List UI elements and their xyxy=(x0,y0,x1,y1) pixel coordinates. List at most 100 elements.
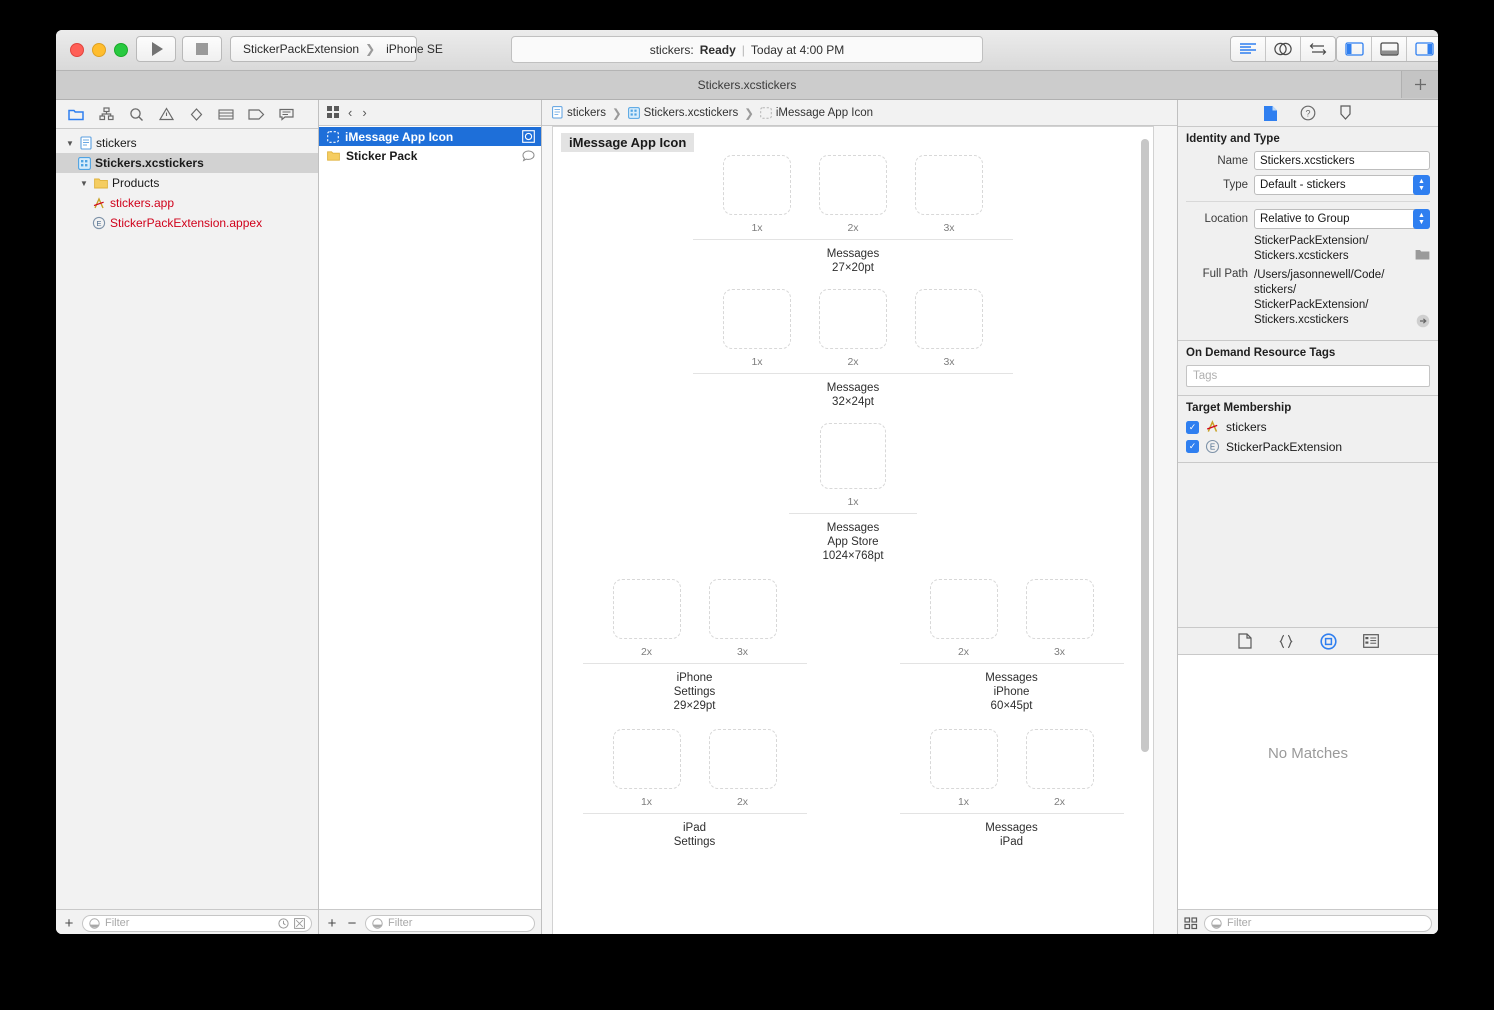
image-well[interactable] xyxy=(723,155,791,215)
checkbox-checked-icon[interactable]: ✓ xyxy=(1186,420,1199,434)
icon-slot-1x[interactable]: 1x xyxy=(709,155,805,234)
image-well[interactable] xyxy=(708,729,777,789)
report-navigator-tab[interactable] xyxy=(272,103,300,125)
project-navigator-tab[interactable] xyxy=(62,103,90,125)
icon-slot-2x[interactable]: 2x xyxy=(695,729,791,808)
issue-navigator-tab[interactable] xyxy=(152,103,180,125)
chevron-updown-icon[interactable]: ▲ ▼ xyxy=(1413,209,1430,229)
disclosure-triangle-icon[interactable]: ▼ xyxy=(78,179,90,188)
assistant-editor-button[interactable] xyxy=(1266,37,1301,61)
library-filter-field[interactable]: Filter xyxy=(1204,914,1432,932)
image-well[interactable] xyxy=(915,155,983,215)
close-window-button[interactable] xyxy=(70,43,84,57)
library-grid-icon[interactable] xyxy=(1184,916,1198,930)
icon-slot-3x[interactable]: 3x xyxy=(695,579,791,658)
icon-slot-1x[interactable]: 1x xyxy=(916,729,1012,808)
toggle-debug-area-button[interactable] xyxy=(1372,37,1407,61)
pin-icon[interactable] xyxy=(1338,105,1353,121)
image-well[interactable] xyxy=(929,729,998,789)
breadcrumb-crumb-stickers[interactable]: stickers xyxy=(552,106,606,119)
tree-row-products[interactable]: ▼ Products xyxy=(56,173,318,193)
file-template-library-icon[interactable] xyxy=(1237,633,1252,649)
checkbox-checked-icon[interactable]: ✓ xyxy=(1186,440,1199,453)
image-well[interactable] xyxy=(819,155,887,215)
project-navigator-tree[interactable]: ▼ stickers Stickers.xcstickers ▼ Product… xyxy=(56,129,318,909)
run-button[interactable] xyxy=(136,36,176,62)
icon-slot-2x[interactable]: 2x xyxy=(805,155,901,234)
standard-editor-button[interactable] xyxy=(1231,37,1266,61)
icon-slot-3x[interactable]: 3x xyxy=(901,155,997,234)
tree-row-stickers-xcstickers[interactable]: Stickers.xcstickers xyxy=(56,153,318,173)
icon-slot-2x[interactable]: 2x xyxy=(805,289,901,368)
active-tab-title[interactable]: Stickers.xcstickers xyxy=(56,78,1438,92)
icon-slot-1x[interactable]: 1x xyxy=(599,729,695,808)
icon-slot-2x[interactable]: 2x xyxy=(599,579,695,658)
image-well[interactable] xyxy=(819,289,887,349)
target-membership-row-stickerpackextension[interactable]: ✓ E StickerPackExtension xyxy=(1186,439,1430,454)
toggle-navigator-button[interactable] xyxy=(1337,37,1372,61)
tree-row-stickers-app[interactable]: stickers.app xyxy=(56,193,318,213)
image-well[interactable] xyxy=(612,729,681,789)
location-select[interactable]: Relative to Group ▲ ▼ xyxy=(1254,209,1430,229)
navigator-filter-field[interactable]: Filter xyxy=(82,914,312,932)
icon-slot-3x[interactable]: 3x xyxy=(1012,579,1108,658)
tree-row-stickers[interactable]: ▼ stickers xyxy=(56,133,318,153)
media-library-icon[interactable] xyxy=(1362,634,1379,648)
choose-folder-icon[interactable] xyxy=(1415,248,1430,261)
asset-filter-field[interactable]: Filter xyxy=(365,914,535,932)
new-tab-button[interactable] xyxy=(1401,71,1438,98)
debug-navigator-tab[interactable] xyxy=(212,103,240,125)
asset-row-sticker-pack[interactable]: Sticker Pack xyxy=(319,146,541,165)
chevron-updown-icon[interactable]: ▲ ▼ xyxy=(1413,175,1430,195)
test-navigator-tab[interactable] xyxy=(182,103,210,125)
version-editor-button[interactable] xyxy=(1301,37,1335,61)
view-toggles-segmented-control[interactable] xyxy=(1336,36,1438,62)
zoom-window-button[interactable] xyxy=(114,43,128,57)
source-control-filter-icon[interactable] xyxy=(294,917,305,929)
icon-slot-1x[interactable]: 1x xyxy=(805,423,901,508)
icon-slot-3x[interactable]: 3x xyxy=(901,289,997,368)
image-well[interactable] xyxy=(915,289,983,349)
icon-slot-1x[interactable]: 1x xyxy=(709,289,805,368)
image-well[interactable] xyxy=(1025,729,1094,789)
file-inspector-icon[interactable] xyxy=(1263,105,1278,122)
type-select[interactable]: Default - stickers ▲ ▼ xyxy=(1254,175,1430,195)
image-well[interactable] xyxy=(708,579,777,639)
reveal-in-finder-icon[interactable] xyxy=(1416,314,1430,328)
remove-asset-button[interactable]: − xyxy=(345,915,359,932)
stop-button[interactable] xyxy=(182,36,222,62)
icon-slot-2x[interactable]: 2x xyxy=(916,579,1012,658)
scheme-selector[interactable]: StickerPackExtension ❯ iPhone SE xyxy=(230,36,443,62)
asset-editor-canvas[interactable]: iMessage App Icon 1x 2x 3x Messages 27×2… xyxy=(552,126,1154,934)
disclosure-triangle-icon[interactable]: ▼ xyxy=(64,139,76,148)
recent-files-filter-icon[interactable] xyxy=(278,917,289,929)
tree-row-stickerpackextension-appex[interactable]: E StickerPackExtension.appex xyxy=(56,213,318,233)
asset-row-imessage-app-icon[interactable]: iMessage App Icon xyxy=(319,127,541,146)
related-items-icon[interactable] xyxy=(327,106,340,119)
editor-vertical-scrollbar[interactable] xyxy=(1141,139,1149,752)
source-control-navigator-tab[interactable] xyxy=(92,103,120,125)
name-input[interactable]: Stickers.xcstickers xyxy=(1254,151,1430,170)
back-button[interactable]: ‹ xyxy=(346,105,354,120)
code-snippet-library-icon[interactable] xyxy=(1278,634,1294,649)
breakpoint-navigator-tab[interactable] xyxy=(242,103,270,125)
breadcrumb-crumb-imessage-app-icon[interactable]: iMessage App Icon xyxy=(760,107,873,119)
quick-help-icon[interactable]: ? xyxy=(1300,105,1316,121)
image-well[interactable] xyxy=(1025,579,1094,639)
image-well[interactable] xyxy=(723,289,791,349)
breadcrumb-crumb-stickers-xcstickers[interactable]: Stickers.xcstickers xyxy=(627,107,738,119)
target-membership-row-stickers[interactable]: ✓ stickers xyxy=(1186,420,1430,434)
object-library-icon[interactable] xyxy=(1319,632,1337,650)
editor-mode-segmented-control[interactable] xyxy=(1230,36,1336,62)
image-well[interactable] xyxy=(929,579,998,639)
forward-button[interactable]: › xyxy=(360,105,368,120)
add-file-button[interactable]: + xyxy=(62,915,76,932)
image-well[interactable] xyxy=(820,423,886,489)
asset-list[interactable]: iMessage App Icon Sticker Pack xyxy=(319,126,541,909)
find-navigator-tab[interactable] xyxy=(122,103,150,125)
icon-slot-2x[interactable]: 2x xyxy=(1012,729,1108,808)
odr-tags-input[interactable]: Tags xyxy=(1186,365,1430,387)
image-well[interactable] xyxy=(612,579,681,639)
toggle-inspector-button[interactable] xyxy=(1407,37,1438,61)
add-asset-button[interactable]: + xyxy=(325,915,339,932)
